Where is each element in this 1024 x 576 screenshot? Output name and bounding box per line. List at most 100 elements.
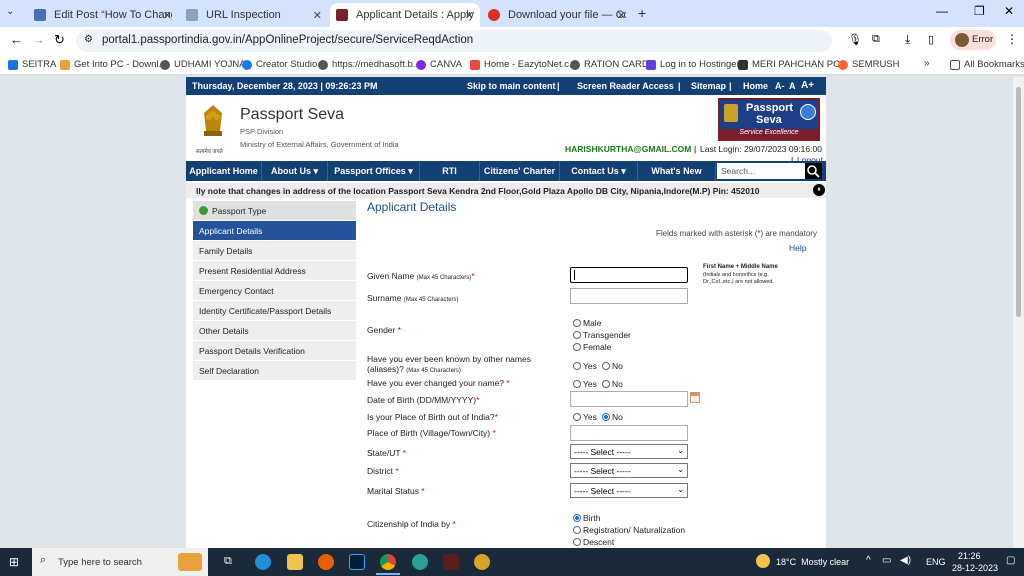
nav-about-us[interactable]: About Us ▾: [262, 161, 328, 181]
pob-out-yes-radio[interactable]: Yes: [573, 412, 597, 422]
download-icon[interactable]: ⤓: [905, 32, 910, 47]
sidebar-item-family-details[interactable]: Family Details: [193, 241, 356, 261]
screen-reader-link[interactable]: Screen Reader Access: [577, 81, 674, 91]
tab-applicant-details[interactable]: Applicant Details : Apply for Fre✕: [330, 3, 480, 27]
bookmark-creator-studio[interactable]: Creator Studio: [242, 59, 317, 70]
weather-text[interactable]: 18°C Mostly clear: [776, 557, 849, 567]
file-explorer-icon[interactable]: [287, 554, 303, 570]
sidebar-item-emergency-contact[interactable]: Emergency Contact: [193, 281, 356, 301]
gender-female-radio[interactable]: Female: [573, 342, 611, 352]
more-bookmarks-icon[interactable]: »: [924, 58, 930, 69]
nav-passport-offices[interactable]: Passport Offices ▾: [328, 161, 420, 181]
sidebar-item-self-declaration[interactable]: Self Declaration: [193, 361, 356, 381]
sidebar-item-passport-verification[interactable]: Passport Details Verification: [193, 341, 356, 361]
font-increase-link[interactable]: A+: [801, 80, 814, 91]
font-normal-link[interactable]: A: [789, 81, 796, 91]
sidebar-item-identity-certificate[interactable]: Identity Certificate/Passport Details: [193, 301, 356, 321]
taskbar-search[interactable]: ⌕ Type here to search: [32, 548, 208, 576]
restore-button[interactable]: ❐: [974, 4, 985, 18]
bookmark-semrush[interactable]: SEMRUSH: [838, 59, 900, 70]
chrome-icon[interactable]: [380, 554, 396, 570]
gender-transgender-radio[interactable]: Transgender: [573, 330, 631, 340]
vscode-icon[interactable]: [443, 554, 459, 570]
bookmark-seitra[interactable]: SEITRA: [8, 59, 56, 70]
bookmark-eazytonet[interactable]: Home - EazytoNet.c...: [470, 59, 577, 70]
site-search-input[interactable]: Search...: [717, 163, 805, 179]
edge-icon[interactable]: [255, 554, 271, 570]
new-tab-button[interactable]: +: [638, 5, 646, 21]
changed-name-no-radio[interactable]: No: [602, 379, 623, 389]
citizenship-registration-radio[interactable]: Registration/ Naturalization: [573, 525, 685, 535]
app-icon[interactable]: [412, 554, 428, 570]
site-info-icon[interactable]: ⚙: [84, 34, 93, 45]
sidebar-item-applicant-details[interactable]: Applicant Details: [193, 221, 356, 241]
tab-search-icon[interactable]: ⌄: [6, 6, 14, 17]
changed-name-yes-radio[interactable]: Yes: [573, 379, 597, 389]
citizenship-birth-radio[interactable]: Birth: [573, 513, 600, 523]
reload-icon[interactable]: ↻: [54, 32, 65, 48]
close-icon[interactable]: ✕: [465, 9, 474, 22]
tab-url-inspection[interactable]: URL Inspection ✕: [180, 3, 328, 27]
forward-icon[interactable]: →: [32, 32, 45, 47]
nav-applicant-home[interactable]: Applicant Home: [186, 161, 262, 181]
nav-citizens-charter[interactable]: Citizens' Charter: [480, 161, 560, 181]
bookmark-udhami[interactable]: UDHAMI YOJNA: [160, 59, 246, 70]
home-link[interactable]: Home: [743, 81, 768, 91]
bookmark-canva[interactable]: CANVA: [416, 59, 462, 70]
photoshop-icon[interactable]: [349, 554, 365, 570]
network-icon[interactable]: ▭: [882, 555, 891, 566]
aliases-no-radio[interactable]: No: [602, 361, 623, 371]
sidepanel-icon[interactable]: ▯: [928, 33, 934, 46]
minimize-button[interactable]: —: [936, 4, 948, 18]
task-view-icon[interactable]: ⧉: [224, 555, 232, 568]
calendar-icon[interactable]: [690, 392, 700, 403]
notification-icon[interactable]: ▢: [1006, 555, 1015, 566]
pob-out-no-radio[interactable]: No: [602, 412, 623, 422]
citizenship-descent-radio[interactable]: Descent: [573, 537, 614, 547]
clock-date[interactable]: 28-12-2023: [952, 563, 998, 573]
menu-icon[interactable]: ⋮: [1006, 32, 1018, 46]
nav-whats-new[interactable]: What's New: [638, 161, 716, 181]
close-icon[interactable]: ✕: [617, 9, 626, 22]
tab-download-file[interactable]: Download your file — Converti✕: [482, 3, 632, 27]
language-indicator[interactable]: ENG: [926, 557, 946, 567]
address-bar[interactable]: ⚙ portal1.passportindia.gov.in/AppOnline…: [76, 30, 832, 52]
bookmark-getintopc[interactable]: Get Into PC - Downl...: [60, 59, 166, 70]
state-select[interactable]: ----- Select ----- ⌄: [570, 444, 688, 459]
bookmark-ration-card[interactable]: RATION CARD: [570, 59, 649, 70]
pob-input[interactable]: [570, 425, 688, 441]
firefox-icon[interactable]: [318, 554, 334, 570]
bookmark-hostinger[interactable]: Log in to Hostinger: [646, 59, 740, 70]
district-select[interactable]: ----- Select ----- ⌄: [570, 463, 688, 478]
mic-icon[interactable]: 🎙: [848, 33, 862, 46]
close-window-button[interactable]: ✕: [1004, 4, 1014, 18]
bookmark-meri-pahchan[interactable]: MERI PAHCHAN PO...: [738, 59, 848, 70]
extensions-icon[interactable]: ⧉: [872, 33, 880, 46]
search-button[interactable]: [805, 163, 822, 179]
ticker-pause-button[interactable]: ⏸: [813, 184, 825, 196]
sidebar-item-other-details[interactable]: Other Details: [193, 321, 356, 341]
volume-icon[interactable]: ◀): [900, 555, 911, 566]
page-scrollbar[interactable]: [1013, 77, 1024, 548]
sidebar-item-present-address[interactable]: Present Residential Address: [193, 261, 356, 281]
sitemap-link[interactable]: Sitemap: [691, 81, 726, 91]
tab-edit-post[interactable]: Edit Post “How To Change Tatk✕: [28, 3, 178, 27]
profile-error-button[interactable]: Error: [950, 30, 996, 50]
windows-start-icon[interactable]: ⊞: [9, 555, 19, 569]
close-icon[interactable]: ✕: [313, 9, 322, 22]
app-circle-icon[interactable]: [474, 554, 490, 570]
bookmark-medhasoft[interactable]: https://medhasoft.b...: [318, 59, 421, 70]
chevron-up-icon[interactable]: ^: [866, 555, 871, 566]
skip-to-main-link[interactable]: Skip to main content: [467, 81, 556, 91]
dob-input[interactable]: [570, 391, 688, 407]
close-icon[interactable]: ✕: [163, 9, 172, 22]
sidebar-item-passport-type[interactable]: Passport Type: [193, 201, 356, 221]
font-decrease-link[interactable]: A-: [775, 81, 785, 91]
surname-input[interactable]: [570, 288, 688, 304]
help-link[interactable]: Help: [789, 243, 806, 253]
nav-rti[interactable]: RTI: [420, 161, 480, 181]
back-icon[interactable]: ←: [10, 32, 23, 47]
clock-time[interactable]: 21:26: [958, 551, 981, 561]
marital-select[interactable]: ----- Select ----- ⌄: [570, 483, 688, 498]
nav-contact-us[interactable]: Contact Us ▾: [560, 161, 638, 181]
